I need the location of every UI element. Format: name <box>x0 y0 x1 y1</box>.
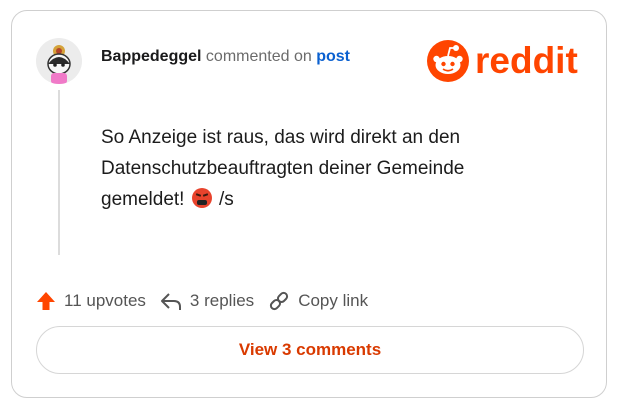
copy-link-button[interactable]: Copy link <box>268 291 368 311</box>
reddit-logo[interactable]: reddit <box>427 40 578 82</box>
upvote-count: 11 upvotes <box>64 291 146 310</box>
upvote-arrow-icon <box>37 292 55 310</box>
post-link[interactable]: post <box>316 48 350 65</box>
comment-text: So Anzeige ist raus, das wird direkt an … <box>101 127 465 210</box>
comment-text-suffix: /s <box>213 189 234 210</box>
view-comments-button[interactable]: View 3 comments <box>36 326 584 374</box>
reddit-snoo-icon <box>427 40 469 82</box>
upvote-button[interactable]: 11 upvotes <box>36 291 146 311</box>
action-bar: 11 upvotes 3 replies Copy link <box>36 291 382 311</box>
avatar-icon <box>36 38 82 84</box>
username[interactable]: Bappedeggel <box>101 48 201 65</box>
reddit-wordmark: reddit <box>475 40 578 81</box>
copy-link-label: Copy link <box>298 291 369 310</box>
comment-body: So Anzeige ist raus, das wird direkt an … <box>101 122 531 215</box>
action-verb: commented on <box>205 48 312 65</box>
reply-arrow-icon <box>160 293 181 310</box>
replies-count: 3 replies <box>189 291 255 310</box>
avatar[interactable] <box>36 38 82 84</box>
link-icon <box>270 291 289 311</box>
comment-header: Bappedeggel commented on post <box>101 48 350 66</box>
angry-face-emoji-icon <box>191 188 212 208</box>
replies-button[interactable]: 3 replies <box>160 291 254 311</box>
thread-line <box>58 90 60 255</box>
